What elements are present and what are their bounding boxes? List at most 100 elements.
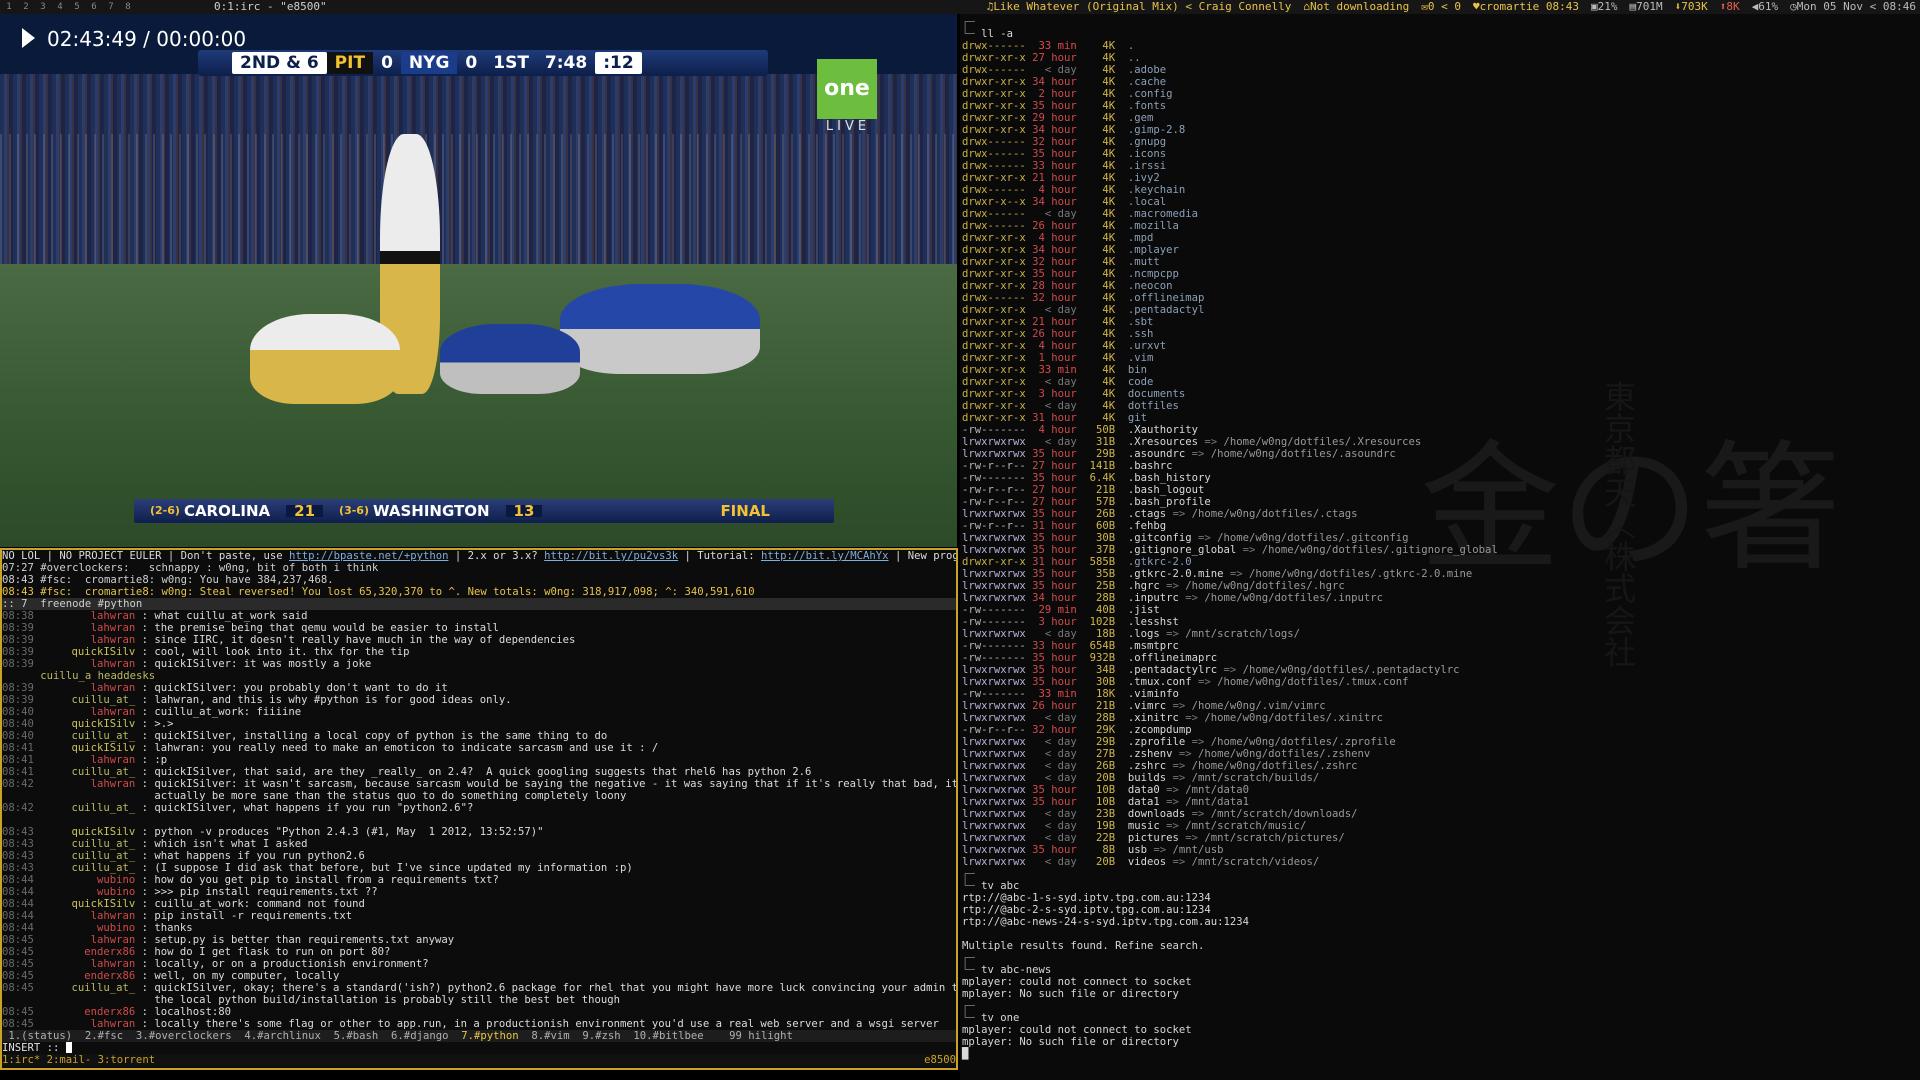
music-widget[interactable]: ♫Like Whatever (Original Mix) < Craig Co… — [987, 0, 1292, 14]
ls-name[interactable]: .msmtprc — [1128, 640, 1179, 652]
message-nick[interactable]: quickISilv — [40, 826, 136, 838]
window-list[interactable]: 1.(status) 2.#fsc 3.#overclockers 4.#arc… — [2, 1030, 956, 1042]
message-nick[interactable]: quickISilv — [40, 898, 136, 910]
ls-name[interactable]: .vimrc — [1128, 700, 1166, 712]
ls-name[interactable]: .mozilla — [1128, 220, 1179, 232]
ls-name[interactable]: .ssh — [1128, 328, 1154, 340]
ls-name[interactable]: .urxvt — [1128, 340, 1166, 352]
message-nick[interactable]: cuillu_at_ — [40, 838, 136, 850]
ls-name[interactable]: .zshenv — [1128, 748, 1173, 760]
message-nick[interactable]: enderx86 — [40, 1006, 135, 1018]
ls-name[interactable]: .logs — [1128, 628, 1160, 640]
workspace-6[interactable]: 6 — [87, 2, 101, 12]
message-nick[interactable]: lahwran — [40, 778, 136, 790]
ls-name[interactable]: .xinitrc — [1128, 712, 1179, 724]
message-nick[interactable]: cuillu_at_ — [40, 862, 136, 874]
workspace-5[interactable]: 5 — [70, 2, 84, 12]
message-nick[interactable]: lahwran — [40, 958, 136, 970]
ls-name[interactable]: .irssi — [1128, 160, 1166, 172]
ls-name[interactable]: .ncmpcpp — [1128, 268, 1179, 280]
message-nick[interactable]: lahwran — [40, 658, 136, 670]
ls-name[interactable]: usb — [1128, 844, 1147, 856]
ls-name[interactable]: .gem — [1128, 112, 1154, 124]
ls-name[interactable]: .gimp-2.8 — [1128, 124, 1185, 136]
message-nick[interactable]: wubino — [40, 886, 135, 898]
message-nick[interactable]: quickISilv — [40, 742, 136, 754]
workspace-7[interactable]: 7 — [104, 2, 118, 12]
message-nick[interactable]: quickISilv — [40, 646, 136, 658]
message-nick[interactable]: lahwran — [40, 610, 136, 622]
ls-name[interactable]: data0 — [1128, 784, 1160, 796]
workspace-indicators[interactable]: 12345678 — [0, 0, 136, 13]
ls-name[interactable]: .cache — [1128, 76, 1166, 88]
message-nick[interactable]: cuillu_at_ — [40, 694, 136, 706]
ls-name[interactable]: .gtkrc-2.0.mine — [1128, 568, 1224, 580]
ls-name[interactable]: .gtkrc-2.0 — [1128, 556, 1192, 568]
message-nick[interactable]: lahwran — [40, 682, 136, 694]
ls-name[interactable]: .inputrc — [1128, 592, 1179, 604]
ls-name[interactable]: .. — [1128, 52, 1141, 64]
ls-name[interactable]: .mutt — [1128, 256, 1160, 268]
active-window[interactable]: 7.#python — [461, 1030, 518, 1042]
ls-name[interactable]: .bash_profile — [1128, 496, 1211, 508]
workspace-3[interactable]: 3 — [36, 2, 50, 12]
message-nick[interactable]: cuillu_at_ — [40, 766, 136, 778]
ls-name[interactable]: .mpd — [1128, 232, 1154, 244]
ls-name[interactable]: .tmux.conf — [1128, 676, 1192, 688]
ls-name[interactable]: .zcompdump — [1128, 724, 1192, 736]
ls-name[interactable]: .local — [1128, 196, 1166, 208]
ls-name[interactable]: .sbt — [1128, 316, 1154, 328]
ls-name[interactable]: .bashrc — [1128, 460, 1173, 472]
ls-name[interactable]: .pentadactylrc — [1128, 664, 1217, 676]
ls-name[interactable]: .lesshst — [1128, 616, 1179, 628]
topic-link-tutorial[interactable]: http://bit.ly/MCAhYx — [761, 550, 889, 562]
ls-name[interactable]: .zprofile — [1128, 736, 1185, 748]
ls-name[interactable]: .icons — [1128, 148, 1166, 160]
ls-name[interactable]: . — [1128, 40, 1134, 52]
volume-widget[interactable]: ◀61% — [1752, 0, 1779, 14]
message-nick[interactable]: lahwran — [40, 934, 136, 946]
message-nick[interactable]: lahwran — [40, 910, 136, 922]
ls-name[interactable]: code — [1128, 376, 1154, 388]
ls-name[interactable]: bin — [1128, 364, 1147, 376]
ls-name[interactable]: .hgrc — [1128, 580, 1160, 592]
ls-name[interactable]: .offlineimaprc — [1128, 652, 1217, 664]
ls-name[interactable]: .macromedia — [1128, 208, 1198, 220]
ls-name[interactable]: .Xauthority — [1128, 424, 1198, 436]
ls-name[interactable]: .jist — [1128, 604, 1160, 616]
ls-name[interactable]: videos — [1128, 856, 1166, 868]
ls-name[interactable]: .gnupg — [1128, 136, 1166, 148]
ls-name[interactable]: downloads — [1128, 808, 1185, 820]
ls-name[interactable]: .adobe — [1128, 64, 1166, 76]
message-nick[interactable]: enderx86 — [40, 970, 135, 982]
ls-name[interactable]: .gitconfig — [1128, 532, 1192, 544]
irssi-window[interactable]: NO LOL | NO PROJECT EULER | Don't paste,… — [0, 548, 958, 1070]
ls-name[interactable]: .neocon — [1128, 280, 1173, 292]
ls-name[interactable]: .keychain — [1128, 184, 1185, 196]
input-line[interactable]: INSERT :: — [2, 1042, 956, 1054]
ls-name[interactable]: .zshrc — [1128, 760, 1166, 772]
ls-name[interactable]: .asoundrc — [1128, 448, 1185, 460]
workspace-1[interactable]: 1 — [2, 2, 16, 12]
message-nick[interactable]: wubino — [40, 874, 135, 886]
ls-name[interactable]: .gitignore_global — [1128, 544, 1236, 556]
ls-name[interactable]: pictures — [1128, 832, 1179, 844]
topic-link-version[interactable]: http://bit.ly/pu2vs3k — [544, 550, 678, 562]
ls-name[interactable]: builds — [1128, 772, 1166, 784]
ls-name[interactable]: .fonts — [1128, 100, 1166, 112]
message-nick[interactable]: cuillu_at_ — [40, 730, 136, 742]
ls-name[interactable]: .config — [1128, 88, 1173, 100]
ls-name[interactable]: .mplayer — [1128, 244, 1179, 256]
message-nick[interactable]: lahwran — [40, 622, 136, 634]
ls-name[interactable]: .ivy2 — [1128, 172, 1160, 184]
ls-name[interactable]: .vim — [1128, 352, 1154, 364]
ls-name[interactable]: .fehbg — [1128, 520, 1166, 532]
message-nick[interactable]: quickISilv — [40, 718, 136, 730]
message-nick[interactable]: cuillu_at_ — [40, 802, 136, 814]
ls-name[interactable]: git — [1128, 412, 1147, 424]
ls-name[interactable]: .viminfo — [1128, 688, 1179, 700]
ls-name[interactable]: .offlineimap — [1128, 292, 1205, 304]
workspace-2[interactable]: 2 — [19, 2, 33, 12]
message-nick[interactable]: cuillu_at_ — [40, 850, 136, 862]
message-nick[interactable]: wubino — [40, 922, 135, 934]
